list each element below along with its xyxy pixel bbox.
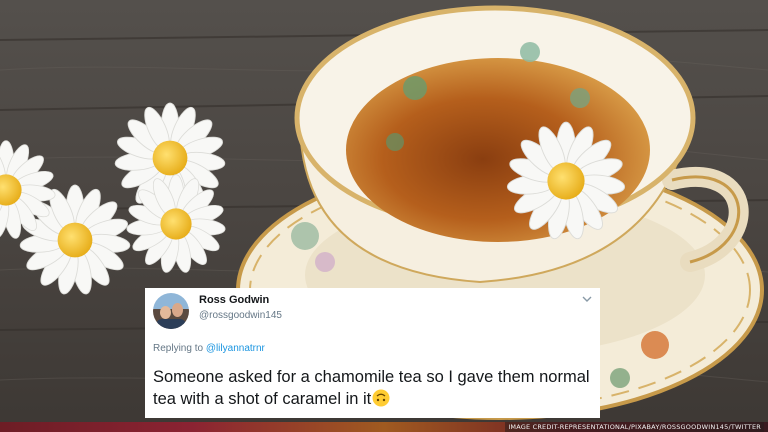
avatar[interactable] xyxy=(153,293,189,329)
user-name[interactable]: Ross Godwin xyxy=(199,294,269,306)
image-credit: IMAGE CREDIT-REPRESENTATIONAL/PIXABAY/RO… xyxy=(505,422,764,432)
tweet-body: Someone asked for a chamomile tea so I g… xyxy=(153,368,590,408)
user-handle[interactable]: @rossgoodwin145 xyxy=(199,310,282,321)
tweet-text: Someone asked for a chamomile tea so I g… xyxy=(153,366,593,410)
chevron-down-icon[interactable] xyxy=(582,294,592,304)
reply-target-link[interactable]: @lilyannatrnr xyxy=(206,343,265,354)
article-image: Ross Godwin @rossgoodwin145 Replying to … xyxy=(0,0,768,432)
reply-context: Replying to @lilyannatrnr xyxy=(153,343,265,354)
upside-down-face-emoji-icon xyxy=(372,389,390,407)
reply-prefix: Replying to xyxy=(153,343,204,354)
tweet-card[interactable]: Ross Godwin @rossgoodwin145 Replying to … xyxy=(145,288,600,418)
